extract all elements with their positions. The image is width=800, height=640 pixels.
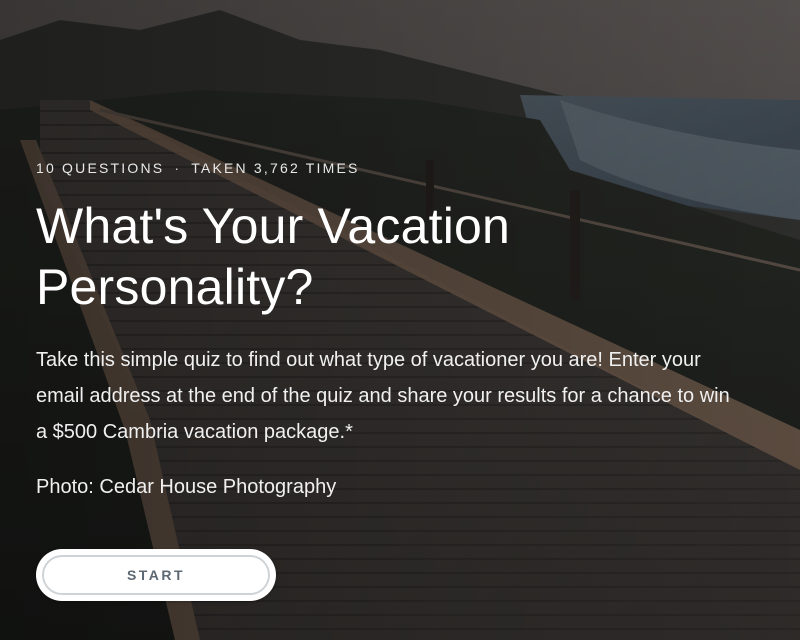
question-count: 10 QUESTIONS (36, 160, 165, 176)
quiz-intro: 10 QUESTIONS · TAKEN 3,762 TIMES What's … (36, 160, 756, 499)
quiz-description: Take this simple quiz to find out what t… (36, 349, 730, 443)
quiz-hero: 10 QUESTIONS · TAKEN 3,762 TIMES What's … (0, 0, 800, 640)
meta-separator: · (174, 160, 182, 176)
start-button-label: START (126, 567, 186, 583)
start-button[interactable]: START (36, 549, 276, 601)
quiz-meta: 10 QUESTIONS · TAKEN 3,762 TIMES (36, 160, 756, 176)
photo-credit: Photo: Cedar House Photography (36, 476, 337, 498)
taken-count: TAKEN 3,762 TIMES (191, 160, 360, 176)
quiz-title: What's Your Vacation Personality? (36, 198, 511, 315)
